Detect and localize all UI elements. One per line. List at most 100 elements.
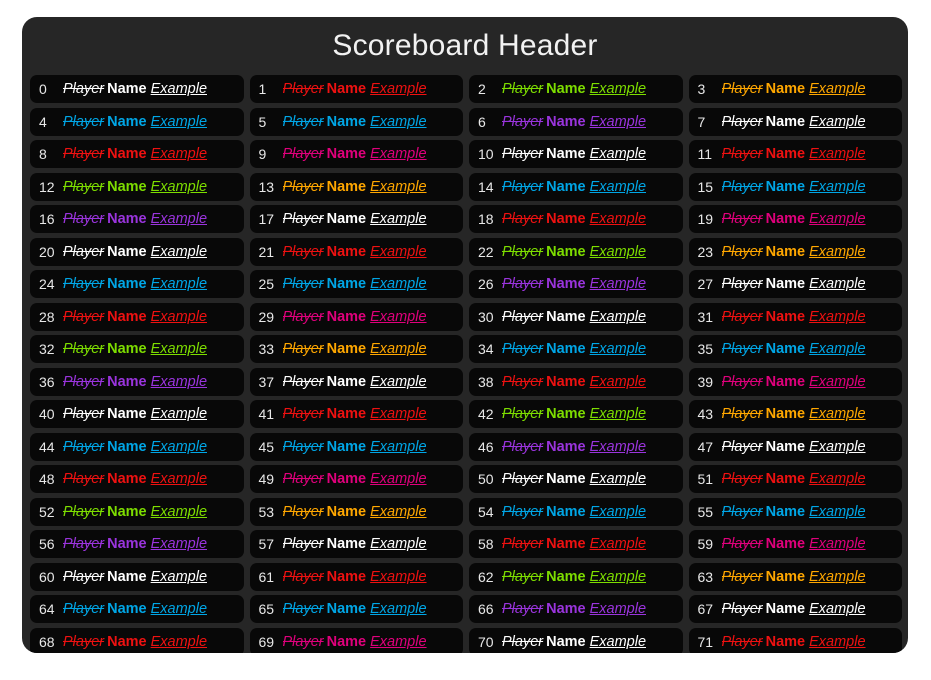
player-underlined-text: Example (589, 601, 647, 617)
player-row[interactable]: 51 Player Name Example (688, 465, 902, 493)
player-row[interactable]: 60 Player Name Example (30, 562, 244, 591)
player-underlined-text: Example (370, 601, 427, 617)
player-row[interactable]: 24 Player Name Example (30, 270, 244, 298)
player-label: Player Name Example (63, 504, 207, 520)
player-row[interactable]: 6 Player Name Example (469, 107, 683, 136)
player-label: Player Name Example (502, 374, 646, 390)
player-row[interactable]: 44 Player Name Example (30, 432, 244, 461)
player-row[interactable]: 50 Player Name Example (469, 465, 683, 493)
player-row[interactable]: 31 Player Name Example (688, 302, 902, 331)
player-row[interactable]: 70 Player Name Example (469, 627, 683, 653)
player-label: Player Name Example (722, 211, 866, 227)
player-row[interactable]: 56 Player Name Example (30, 530, 244, 558)
player-row[interactable]: 36 Player Name Example (30, 367, 244, 396)
player-row[interactable]: 5 Player Name Example (249, 107, 463, 136)
player-row[interactable]: 17 Player Name Example (249, 205, 463, 233)
player-row[interactable]: 15 Player Name Example (688, 172, 902, 201)
player-row[interactable]: 25 Player Name Example (249, 270, 463, 298)
player-row[interactable]: 16 Player Name Example (30, 205, 244, 233)
player-row[interactable]: 41 Player Name Example (249, 400, 463, 428)
player-underlined-text: Example (150, 503, 208, 520)
player-bold-text: Name (546, 601, 586, 617)
player-row[interactable]: 53 Player Name Example (249, 497, 463, 526)
player-row[interactable]: 59 Player Name Example (688, 530, 902, 558)
player-row[interactable]: 21 Player Name Example (249, 237, 463, 266)
player-underlined-text: Example (370, 146, 427, 162)
player-underlined-text: Example (370, 243, 427, 260)
player-underlined-text: Example (150, 81, 208, 97)
player-row[interactable]: 26 Player Name Example (469, 270, 683, 298)
player-bold-text: Name (765, 178, 806, 195)
player-row[interactable]: 10 Player Name Example (469, 140, 683, 168)
player-row[interactable]: 1 Player Name Example (249, 75, 463, 103)
player-index: 23 (697, 243, 714, 260)
player-row[interactable]: 42 Player Name Example (469, 400, 683, 428)
player-row[interactable]: 64 Player Name Example (30, 595, 244, 623)
player-row[interactable]: 54 Player Name Example (469, 497, 683, 526)
player-row[interactable]: 34 Player Name Example (469, 335, 683, 363)
player-row[interactable]: 0 Player Name Example (30, 75, 244, 103)
player-row[interactable]: 37 Player Name Example (249, 367, 463, 396)
player-row[interactable]: 40 Player Name Example (30, 400, 244, 428)
player-row[interactable]: 46 Player Name Example (469, 432, 683, 461)
player-row[interactable]: 29 Player Name Example (249, 302, 463, 331)
player-label: Player Name Example (283, 276, 427, 292)
player-row[interactable]: 52 Player Name Example (30, 497, 244, 526)
player-row[interactable]: 22 Player Name Example (469, 237, 683, 266)
player-row[interactable]: 71 Player Name Example (688, 627, 902, 653)
player-struck-text: Player (721, 276, 763, 292)
player-label: Player Name Example (283, 601, 427, 617)
player-row[interactable]: 2 Player Name Example (469, 75, 683, 103)
player-row[interactable]: 47 Player Name Example (688, 432, 902, 461)
player-row[interactable]: 12 Player Name Example (30, 172, 244, 201)
player-row[interactable]: 11 Player Name Example (688, 140, 902, 168)
player-index: 48 (39, 471, 55, 487)
player-row[interactable]: 18 Player Name Example (469, 205, 683, 233)
player-row[interactable]: 3 Player Name Example (688, 75, 902, 103)
player-row[interactable]: 45 Player Name Example (249, 432, 463, 461)
player-row[interactable]: 4 Player Name Example (30, 107, 244, 136)
player-row[interactable]: 49 Player Name Example (249, 465, 463, 493)
player-row[interactable]: 32 Player Name Example (30, 335, 244, 363)
player-row[interactable]: 48 Player Name Example (30, 465, 244, 493)
player-row[interactable]: 27 Player Name Example (688, 270, 902, 298)
player-row[interactable]: 69 Player Name Example (249, 627, 463, 653)
player-row[interactable]: 39 Player Name Example (688, 367, 902, 396)
player-row[interactable]: 30 Player Name Example (469, 302, 683, 331)
player-underlined-text: Example (809, 211, 866, 227)
player-row[interactable]: 67 Player Name Example (688, 595, 902, 623)
player-row[interactable]: 63 Player Name Example (688, 562, 902, 591)
player-row[interactable]: 28 Player Name Example (30, 302, 244, 331)
player-struck-text: Player (502, 211, 544, 227)
player-row[interactable]: 20 Player Name Example (30, 237, 244, 266)
player-row[interactable]: 7 Player Name Example (688, 107, 902, 136)
player-row[interactable]: 55 Player Name Example (688, 497, 902, 526)
player-row[interactable]: 35 Player Name Example (688, 335, 902, 363)
player-underlined-text: Example (370, 633, 427, 650)
player-index: 0 (39, 81, 47, 97)
player-row[interactable]: 19 Player Name Example (688, 205, 902, 233)
player-row[interactable]: 65 Player Name Example (249, 595, 463, 623)
player-row[interactable]: 62 Player Name Example (469, 562, 683, 591)
player-struck-text: Player (721, 601, 763, 617)
player-underlined-text: Example (150, 211, 208, 227)
player-underlined-text: Example (370, 471, 427, 487)
scoreboard-scroll-area[interactable]: 0 Player Name Example 1 Player Name Example 2 Pla… (22, 75, 908, 653)
player-row[interactable]: 14 Player Name Example (469, 172, 683, 201)
player-row[interactable]: 8 Player Name Example (30, 140, 244, 168)
player-row[interactable]: 9 Player Name Example (249, 140, 463, 168)
player-index: 3 (697, 81, 706, 97)
player-row[interactable]: 57 Player Name Example (249, 530, 463, 558)
player-row[interactable]: 68 Player Name Example (30, 627, 244, 653)
player-row[interactable]: 38 Player Name Example (469, 367, 683, 396)
player-row[interactable]: 13 Player Name Example (249, 172, 463, 201)
player-row[interactable]: 66 Player Name Example (469, 595, 683, 623)
player-row[interactable]: 58 Player Name Example (469, 530, 683, 558)
player-bold-text: Name (107, 503, 147, 520)
player-row[interactable]: 23 Player Name Example (688, 237, 902, 266)
player-bold-text: Name (546, 536, 586, 552)
player-row[interactable]: 61 Player Name Example (249, 562, 463, 591)
player-row[interactable]: 33 Player Name Example (249, 335, 463, 363)
player-row[interactable]: 43 Player Name Example (688, 400, 902, 428)
player-underlined-text: Example (150, 601, 208, 617)
